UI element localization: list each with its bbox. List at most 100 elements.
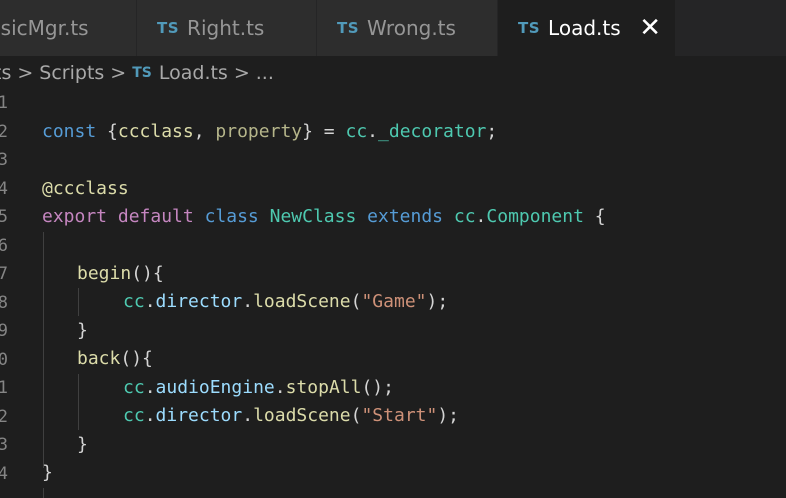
indent-guide bbox=[78, 374, 79, 430]
tab-load-active[interactable]: TS Load.ts ✕ bbox=[498, 0, 676, 56]
chevron-right-icon: > bbox=[17, 62, 34, 84]
code-token: ); bbox=[426, 291, 449, 312]
tab-musicmgr[interactable]: usicMgr.ts bbox=[0, 0, 137, 56]
code-token: . bbox=[242, 291, 254, 312]
indent-guide bbox=[43, 232, 44, 468]
line-number: 8 bbox=[0, 293, 8, 313]
code-line-11: cc.audioEngine.stopAll(); bbox=[123, 374, 394, 402]
code-token: . bbox=[274, 377, 286, 398]
code-token: stopAll bbox=[285, 377, 362, 398]
code-token: (); bbox=[361, 377, 394, 398]
tab-label: usicMgr.ts bbox=[0, 16, 89, 40]
indent-guide bbox=[43, 488, 44, 498]
line-number: 9 bbox=[0, 321, 8, 341]
code-token: director bbox=[155, 405, 243, 426]
code-line-5: export default class NewClass extends cc… bbox=[42, 203, 606, 231]
code-token: Component bbox=[486, 206, 584, 227]
code-token: , bbox=[193, 121, 216, 142]
indent-guide bbox=[78, 288, 79, 316]
code-token: (){ bbox=[120, 348, 153, 369]
breadcrumb-item-scripts[interactable]: Scripts bbox=[39, 62, 104, 84]
tab-label: Wrong.ts bbox=[367, 16, 456, 40]
code-token: ( bbox=[350, 405, 362, 426]
code-token: "Start" bbox=[361, 405, 438, 426]
code-token: extends bbox=[367, 206, 444, 227]
code-token: } = bbox=[302, 121, 346, 142]
code-token: { bbox=[583, 206, 606, 227]
code-token: . bbox=[144, 377, 156, 398]
code-token: . bbox=[475, 206, 487, 227]
code-token: "Game" bbox=[361, 291, 427, 312]
code-token: loadScene bbox=[253, 405, 351, 426]
line-number: 2 bbox=[0, 122, 8, 142]
line-number: 1 bbox=[0, 93, 8, 113]
line-number: 4 bbox=[0, 179, 8, 199]
line-number: 3 bbox=[0, 150, 8, 170]
code-line-4: @ccclass bbox=[42, 175, 129, 203]
ts-icon: TS bbox=[157, 19, 180, 37]
code-line-2: const {ccclass, property} = cc._decorato… bbox=[42, 118, 497, 146]
tab-bar: usicMgr.ts TS Right.ts TS Wrong.ts TS Lo… bbox=[0, 0, 786, 56]
code-token: cc bbox=[123, 377, 145, 398]
code-line-8: cc.director.loadScene("Game"); bbox=[123, 288, 448, 316]
code-token: director bbox=[155, 291, 243, 312]
ts-icon: TS bbox=[132, 65, 152, 81]
code-token: property bbox=[215, 121, 303, 142]
ts-icon: TS bbox=[337, 19, 360, 37]
code-token: audioEngine bbox=[155, 377, 275, 398]
line-number: 4 bbox=[0, 464, 8, 484]
code-token: . bbox=[144, 291, 156, 312]
line-number: 3 bbox=[0, 435, 8, 455]
line-number: 2 bbox=[0, 407, 8, 427]
code-token: . bbox=[367, 121, 379, 142]
code-token: default bbox=[117, 206, 194, 227]
code-line-12: cc.director.loadScene("Start"); bbox=[123, 402, 459, 430]
tab-wrong[interactable]: TS Wrong.ts bbox=[317, 0, 498, 56]
code-token: begin bbox=[77, 263, 132, 284]
code-token: } bbox=[77, 434, 88, 455]
code-line-13: } bbox=[77, 431, 88, 459]
code-token: { bbox=[96, 121, 118, 142]
code-token: NewClass bbox=[269, 206, 357, 227]
code-token: (){ bbox=[131, 263, 164, 284]
tab-label: Load.ts bbox=[548, 16, 621, 40]
breadcrumb-item-folder[interactable]: ts bbox=[0, 62, 11, 84]
ts-icon: TS bbox=[518, 19, 541, 37]
code-token: cc bbox=[123, 291, 145, 312]
code-editor[interactable]: 1 2 3 4 5 6 7 8 9 0 1 2 3 4 const {cccla… bbox=[0, 90, 786, 498]
code-token: export bbox=[42, 206, 108, 227]
code-token: loadScene bbox=[253, 291, 351, 312]
line-number: 0 bbox=[0, 350, 8, 370]
code-token: ccclass bbox=[117, 121, 194, 142]
tab-right[interactable]: TS Right.ts bbox=[137, 0, 317, 56]
breadcrumb-item-symbols[interactable]: ... bbox=[256, 62, 274, 84]
code-token: ; bbox=[486, 121, 498, 142]
code-token: back bbox=[77, 348, 121, 369]
code-line-14: } bbox=[42, 459, 53, 487]
line-number: 5 bbox=[0, 207, 8, 227]
line-number: 7 bbox=[0, 264, 8, 284]
code-token: class bbox=[204, 206, 259, 227]
code-line-7: begin(){ bbox=[77, 260, 164, 288]
code-line-9: } bbox=[77, 317, 88, 345]
code-token: ); bbox=[437, 405, 460, 426]
code-token: . bbox=[144, 405, 156, 426]
line-number: 1 bbox=[0, 378, 8, 398]
code-token: cc bbox=[345, 121, 368, 142]
breadcrumb-item-file[interactable]: Load.ts bbox=[159, 62, 228, 84]
close-icon[interactable]: ✕ bbox=[639, 15, 661, 41]
chevron-right-icon: > bbox=[110, 62, 127, 84]
line-number: 6 bbox=[0, 236, 8, 256]
code-token: @ccclass bbox=[42, 178, 129, 199]
code-token: . bbox=[242, 405, 254, 426]
code-line-10: back(){ bbox=[77, 345, 153, 373]
code-token: } bbox=[77, 320, 88, 341]
code-token: cc bbox=[453, 206, 476, 227]
code-token: } bbox=[42, 462, 53, 483]
chevron-right-icon: > bbox=[233, 62, 250, 84]
